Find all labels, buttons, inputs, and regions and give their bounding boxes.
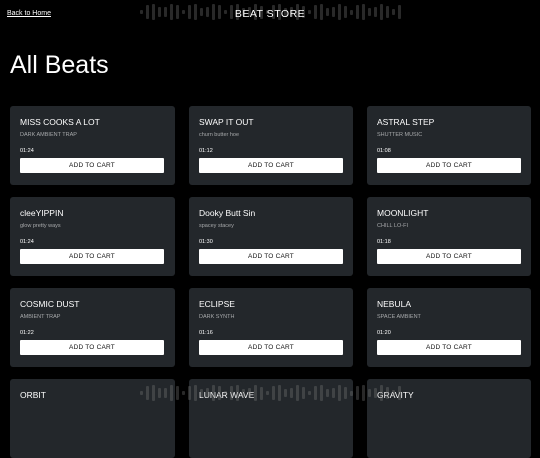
top-bar: Back to Home BEAT STORE [0,0,540,26]
beat-card: ASTRAL STEP SHUTTER MUSIC 01:08 ADD TO C… [367,106,531,185]
beat-title: ORBIT [20,390,46,400]
beat-card: MOONLIGHT CHILL LO-FI 01:18 ADD TO CART [367,197,531,276]
beat-card: cleeYIPPIN glow pretty ways 01:24 ADD TO… [10,197,175,276]
beat-title: ECLIPSE [199,299,235,309]
beat-duration: 01:16 [199,330,213,336]
beat-title: cleeYIPPIN [20,208,64,218]
beat-genre: CHILL LO-FI [377,223,408,229]
beat-title: Dooky Butt Sin [199,208,256,218]
beat-title: MOONLIGHT [377,208,429,218]
beat-card: NEBULA SPACE AMBIENT 01:20 ADD TO CART [367,288,531,367]
beat-duration: 01:18 [377,239,391,245]
beat-title: GRAVITY [377,390,414,400]
beat-card: COSMIC DUST AMBIENT TRAP 01:22 ADD TO CA… [10,288,175,367]
beat-genre: spacey stacey [199,223,234,229]
beat-card: Dooky Butt Sin spacey stacey 01:30 ADD T… [189,197,353,276]
add-to-cart-button[interactable]: ADD TO CART [377,340,521,355]
beat-card: MISS COOKS A LOT DARK AMBIENT TRAP 01:24… [10,106,175,185]
add-to-cart-button[interactable]: ADD TO CART [20,158,164,173]
beat-genre: SPACE AMBIENT [377,314,421,320]
beat-title: SWAP IT OUT [199,117,254,127]
beat-genre: churn butter hoe [199,132,240,138]
beat-genre: SHUTTER MUSIC [377,132,423,138]
beat-card: SWAP IT OUT churn butter hoe 01:12 ADD T… [189,106,353,185]
beat-genre: glow pretty ways [20,223,61,229]
page-title: All Beats [10,51,109,79]
site-title: BEAT STORE [234,8,306,20]
beat-duration: 01:24 [20,148,34,154]
beat-title: LUNAR WAVE [199,390,255,400]
beat-genre: DARK AMBIENT TRAP [20,132,77,138]
beat-card: GRAVITY [367,379,531,458]
add-to-cart-button[interactable]: ADD TO CART [199,158,343,173]
beat-title: MISS COOKS A LOT [20,117,100,127]
add-to-cart-button[interactable]: ADD TO CART [20,340,164,355]
beat-title: COSMIC DUST [20,299,80,309]
beat-title: NEBULA [377,299,412,309]
beat-duration: 01:08 [377,148,391,154]
beat-card: ECLIPSE DARK SYNTH 01:16 ADD TO CART [189,288,353,367]
beat-duration: 01:20 [377,330,391,336]
add-to-cart-button[interactable]: ADD TO CART [199,340,343,355]
beat-genre: AMBIENT TRAP [20,314,61,320]
add-to-cart-button[interactable]: ADD TO CART [377,158,521,173]
add-to-cart-button[interactable]: ADD TO CART [20,249,164,264]
beat-duration: 01:30 [199,239,213,245]
beat-duration: 01:12 [199,148,213,154]
beat-duration: 01:24 [20,239,34,245]
beat-duration: 01:22 [20,330,34,336]
beat-title: ASTRAL STEP [377,117,435,127]
add-to-cart-button[interactable]: ADD TO CART [199,249,343,264]
beat-card: LUNAR WAVE [189,379,353,458]
beat-card: ORBIT [10,379,175,458]
beat-genre: DARK SYNTH [199,314,235,320]
beats-grid: MISS COOKS A LOT DARK AMBIENT TRAP 01:24… [10,106,531,458]
add-to-cart-button[interactable]: ADD TO CART [377,249,521,264]
